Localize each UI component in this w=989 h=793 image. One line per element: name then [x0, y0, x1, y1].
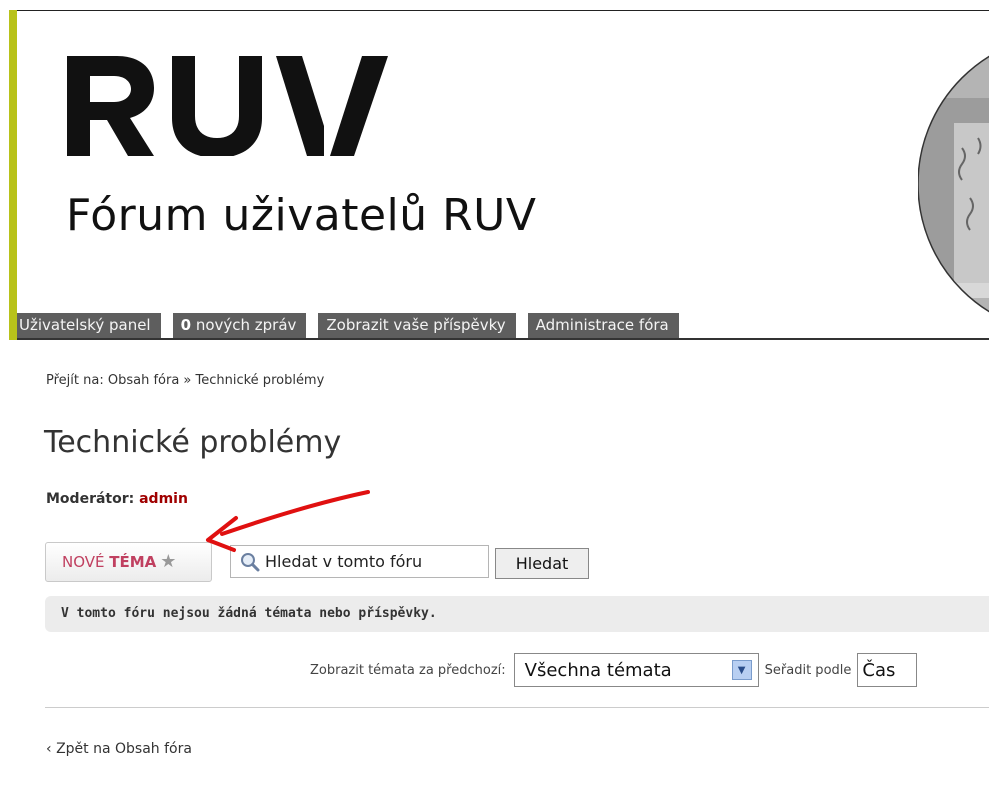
sort-by-label: Seřadit podle: [764, 662, 852, 678]
back-arrow-icon: ‹: [46, 741, 52, 757]
sort-by-value: Čas: [862, 659, 896, 681]
new-topic-button[interactable]: NOVÉ TÉMA ★: [45, 542, 212, 582]
chevron-down-icon[interactable]: ▼: [731, 660, 752, 680]
top-navbar: Uživatelský panel 0 nových zpráv Zobrazi…: [17, 313, 691, 339]
display-topics-select[interactable]: Všechna témata ▼: [513, 653, 759, 687]
nav-forum-admin[interactable]: Administrace fóra: [527, 313, 679, 338]
forum-title: Fórum uživatelů RUV: [66, 190, 537, 241]
breadcrumb-current-link[interactable]: Technické problémy: [196, 373, 325, 388]
filter-row: Zobrazit témata za předchozí: Všechna té…: [310, 652, 918, 688]
new-topic-label-1: NOVÉ: [62, 553, 110, 571]
back-link-label: Zpět na Obsah fóra: [56, 741, 192, 757]
top-border: [0, 0, 989, 10]
star-icon: ★: [160, 551, 177, 572]
page-title: Technické problémy: [44, 425, 342, 460]
new-topic-label-2: TÉMA: [109, 553, 157, 571]
search-input[interactable]: [265, 552, 480, 571]
nav-your-posts[interactable]: Zobrazit vaše příspěvky: [318, 313, 516, 338]
moderator-line: Moderátor: admin: [46, 491, 188, 507]
breadcrumb: Přejít na: Obsah fóra » Technické problé…: [46, 373, 324, 388]
sort-by-select[interactable]: Čas: [857, 653, 918, 687]
breadcrumb-separator: »: [179, 373, 196, 388]
new-messages-count: 0: [180, 316, 192, 334]
breadcrumb-home-link[interactable]: Obsah fóra: [108, 373, 179, 388]
new-messages-label: nových zpráv: [191, 316, 297, 334]
ruv-logo: [67, 56, 388, 156]
display-topics-value: Všechna témata: [524, 659, 672, 681]
empty-forum-notice: V tomto fóru nejsou žádná témata nebo př…: [45, 596, 989, 632]
moderator-link[interactable]: admin: [139, 491, 188, 507]
back-to-index-link[interactable]: ‹ Zpět na Obsah fóra: [46, 741, 192, 757]
nav-new-messages[interactable]: 0 nových zpráv: [172, 313, 307, 338]
moderator-label: Moderátor:: [46, 491, 140, 507]
search-button[interactable]: Hledat: [495, 548, 589, 579]
annotation-arrow-icon: [206, 490, 370, 552]
display-topics-label: Zobrazit témata za předchozí:: [310, 662, 506, 678]
divider: [45, 707, 989, 708]
breadcrumb-prefix: Přejít na:: [46, 373, 108, 388]
header-photo: [918, 34, 989, 334]
header-accent-bar: [9, 10, 17, 340]
nav-user-panel[interactable]: Uživatelský panel: [17, 313, 161, 338]
